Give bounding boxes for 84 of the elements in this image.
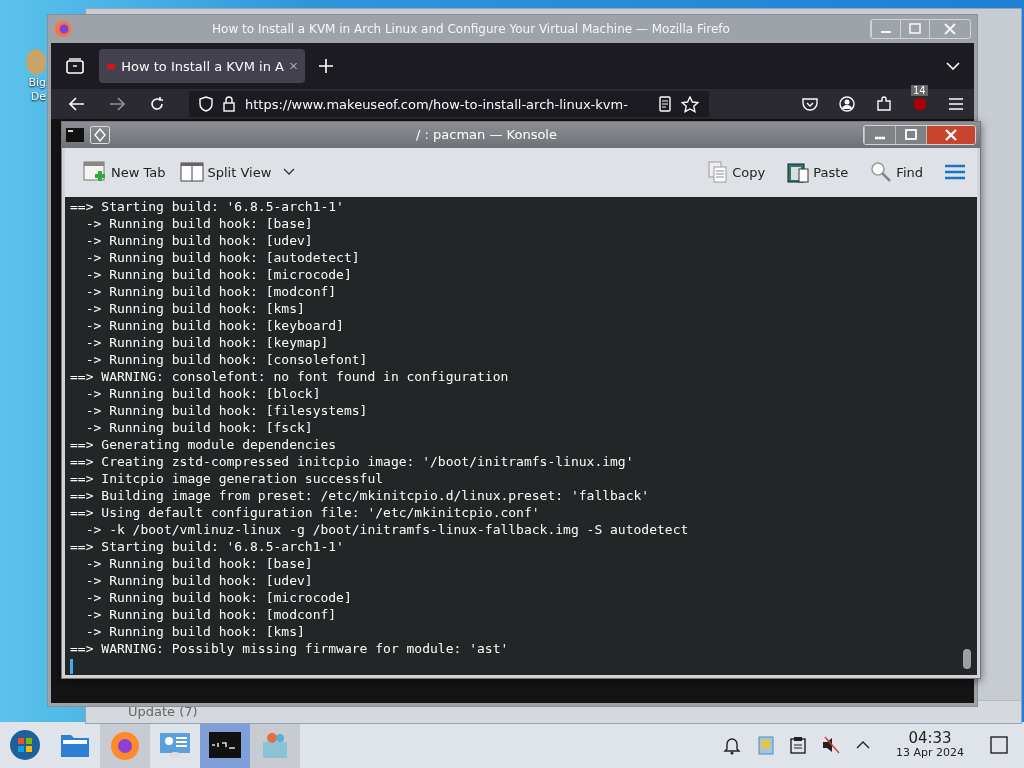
terminal-line: ==> Initcpio image generation successful [70,470,385,487]
close-button[interactable] [926,125,975,144]
text-cursor [70,659,73,674]
terminal-line: -> Running build hook: [microcode] [84,589,353,606]
muted-speaker-icon[interactable] [822,736,840,754]
terminal-line: -> Running build hook: [kms] [84,300,306,317]
terminal-line: -> Running build hook: [keymap] [84,334,330,351]
caret-icon[interactable] [283,168,296,177]
account-icon[interactable] [839,96,855,112]
terminal-line: ==> WARNING: Possibly missing firmware for module: 'ast' [70,640,510,657]
minimize-button[interactable] [864,125,895,144]
close-icon[interactable] [289,60,297,72]
split-view-button[interactable]: Split View [177,160,274,185]
caret-up-icon[interactable] [856,741,870,749]
site-icon [107,61,116,71]
show-desktop-icon[interactable] [990,736,1008,754]
terminal-taskbar-button[interactable] [200,722,250,768]
terminal-line: -> Running build hook: [consolefont] [84,351,369,368]
back-icon[interactable] [69,97,85,111]
scrollbar[interactable] [963,649,971,669]
star-icon[interactable] [681,95,699,113]
window-title: How to Install a KVM in Arch Linux and Configure Your Virtual Machine — Mozilla Firefo [211,22,731,36]
terminal-line: -> -k /boot/vmlinuz-linux -g /boot/initramfs-linux-fallback.img -S autodetect [84,521,690,538]
extension-badge: 14 [911,85,928,96]
settings-icon [159,731,191,759]
update-item[interactable]: Update (7) [128,704,198,719]
browser-icon [109,729,141,761]
terminal-line: -> Running build hook: [keyboard] [84,317,345,334]
copy-icon [708,161,729,184]
forward-icon[interactable] [109,97,125,111]
window-title: / : pacman — Konsole [415,127,558,143]
terminal-line: ==> Using default configuration file: '/etc/mkinitcpio.conf' [70,504,541,521]
terminal-app-icon[interactable] [66,127,84,142]
menu-icon[interactable] [945,164,965,181]
terminal-line: -> Running build hook: [base] [84,215,314,232]
terminal-line: -> Running build hook: [block] [84,385,322,402]
terminal-line: -> Running build hook: [modconf] [84,283,338,300]
terminal-line: ==> Creating zstd-compressed initcpio image: '/boot/initramfs-linux.img' [70,453,635,470]
browser-taskbar-button[interactable] [100,722,150,768]
terminal-line: -> Running build hook: [autodetect] [84,249,361,266]
puzzle-icon[interactable] [876,96,892,112]
terminal-line: -> Running build hook: [kms] [84,623,306,640]
terminal-line: ==> Generating module dependencies [70,436,338,453]
terminal-line: ==> Building image from preset: /etc/mkinitcpio.d/linux.preset: 'fallback' [70,487,651,504]
terminal-line: -> Running build hook: [udev] [84,232,314,249]
paste-button[interactable]: Paste [785,159,851,186]
new-tab-button[interactable]: New Tab [81,159,168,186]
notifications-icon[interactable] [722,735,742,755]
new-tab-icon [83,161,107,184]
terminal-icon [209,732,241,758]
tab-list-icon[interactable] [65,57,85,75]
browser-tab[interactable]: How to Install a KVM in A [99,49,305,83]
lock-icon [223,96,235,112]
copy-button[interactable]: Copy [706,159,768,186]
package-icon [260,730,290,760]
desktop-icon-label: De [30,90,46,104]
folder-icon [60,732,90,758]
terminal-line: -> Running build hook: [udev] [84,572,314,589]
terminal-line: -> Running build hook: [microcode] [84,266,353,283]
desktop-icon-label: Big [28,76,46,90]
search-icon [870,161,893,184]
shield-icon [199,96,213,112]
address-bar[interactable]: https://www.makeuseof.com/how-to-install-arch-linux-kvm- [189,91,709,117]
pocket-icon[interactable] [802,97,818,111]
pin-icon[interactable] [90,125,110,144]
windows-logo-icon [9,729,41,761]
reload-icon[interactable] [149,96,165,112]
clock[interactable]: 04:33 13 Apr 2024 [896,731,964,759]
chevron-down-icon[interactable] [946,62,960,70]
reader-view-icon[interactable] [659,96,671,112]
terminal-line: ==> Starting build: '6.8.5-arch1-1' [70,198,345,215]
notes-icon[interactable] [790,736,806,754]
terminal-line: -> Running build hook: [modconf] [84,606,338,623]
split-view-icon [179,162,204,183]
terminal-line: -> Running build hook: [fsck] [84,419,314,436]
maximize-button[interactable] [895,125,926,144]
clipboard-icon[interactable] [758,735,774,755]
terminal-line: -> Running build hook: [filesystems] [84,402,369,419]
plus-icon[interactable] [319,59,333,73]
terminal-line: ==> Starting build: '6.8.5-arch1-1' [70,538,345,555]
terminal-line: -> Running build hook: [base] [84,555,314,572]
terminal-line: ==> WARNING: consolefont: no font found in configuration [70,368,510,385]
find-button[interactable]: Find [868,159,925,186]
paste-icon [787,161,810,184]
